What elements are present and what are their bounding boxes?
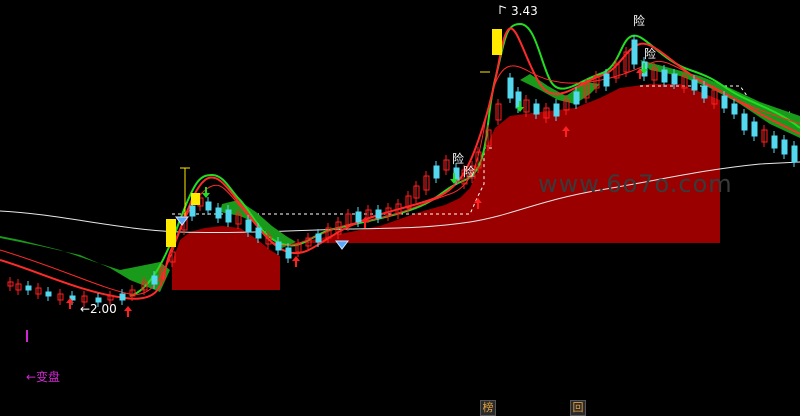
high-price-label: 3.43 — [511, 4, 538, 18]
candle — [215, 207, 222, 219]
risk-label: 险 — [644, 47, 657, 61]
candle — [225, 209, 232, 223]
risk-label: 险 — [452, 152, 465, 166]
candle — [245, 219, 252, 233]
down-arrow-icon — [202, 193, 210, 198]
candle — [433, 165, 440, 179]
candle — [533, 103, 540, 115]
candle — [285, 247, 292, 259]
candle — [275, 241, 282, 251]
candle — [553, 103, 560, 117]
back-button[interactable]: 回 — [570, 400, 586, 416]
candle — [119, 293, 126, 301]
candle — [375, 209, 382, 219]
candle — [741, 113, 748, 131]
up-arrow-icon — [124, 306, 132, 311]
candle — [791, 145, 798, 163]
candle — [603, 73, 610, 87]
signal-bar — [166, 219, 176, 247]
signal-bar — [492, 29, 502, 55]
candle — [631, 39, 638, 65]
ranking-button[interactable]: 榜 — [480, 400, 496, 416]
up-arrow-icon — [292, 256, 300, 261]
candle — [189, 205, 196, 217]
kline-chart-panel[interactable] — [0, 0, 800, 415]
candle — [771, 135, 778, 149]
candle — [781, 139, 788, 155]
candle — [691, 79, 698, 91]
risk-label: 险 — [463, 165, 476, 179]
candle — [751, 121, 758, 137]
candle — [45, 291, 52, 297]
candle — [255, 227, 262, 239]
candle — [507, 77, 514, 99]
candle — [661, 69, 668, 83]
diamond-icon — [335, 240, 349, 250]
risk-label: 险 — [633, 14, 646, 28]
candle — [731, 103, 738, 115]
low-price-label: ←2.00 — [80, 302, 117, 316]
watermark: www.6o7o.com — [538, 170, 733, 198]
down-arrow-icon — [516, 107, 524, 112]
candle — [701, 85, 708, 99]
candle — [721, 95, 728, 109]
signal-bar — [191, 193, 200, 205]
red-volume-block — [172, 226, 280, 290]
candle — [151, 275, 158, 285]
flag-icon — [499, 5, 507, 14]
candle — [573, 91, 580, 105]
kline-chart[interactable] — [0, 0, 800, 415]
candle — [205, 201, 212, 211]
candle — [355, 211, 362, 223]
candle — [315, 233, 322, 243]
change-point-marker: ←变盘 — [26, 370, 61, 384]
candle — [25, 285, 32, 291]
red-volume-block — [290, 84, 720, 245]
candle — [671, 73, 678, 85]
